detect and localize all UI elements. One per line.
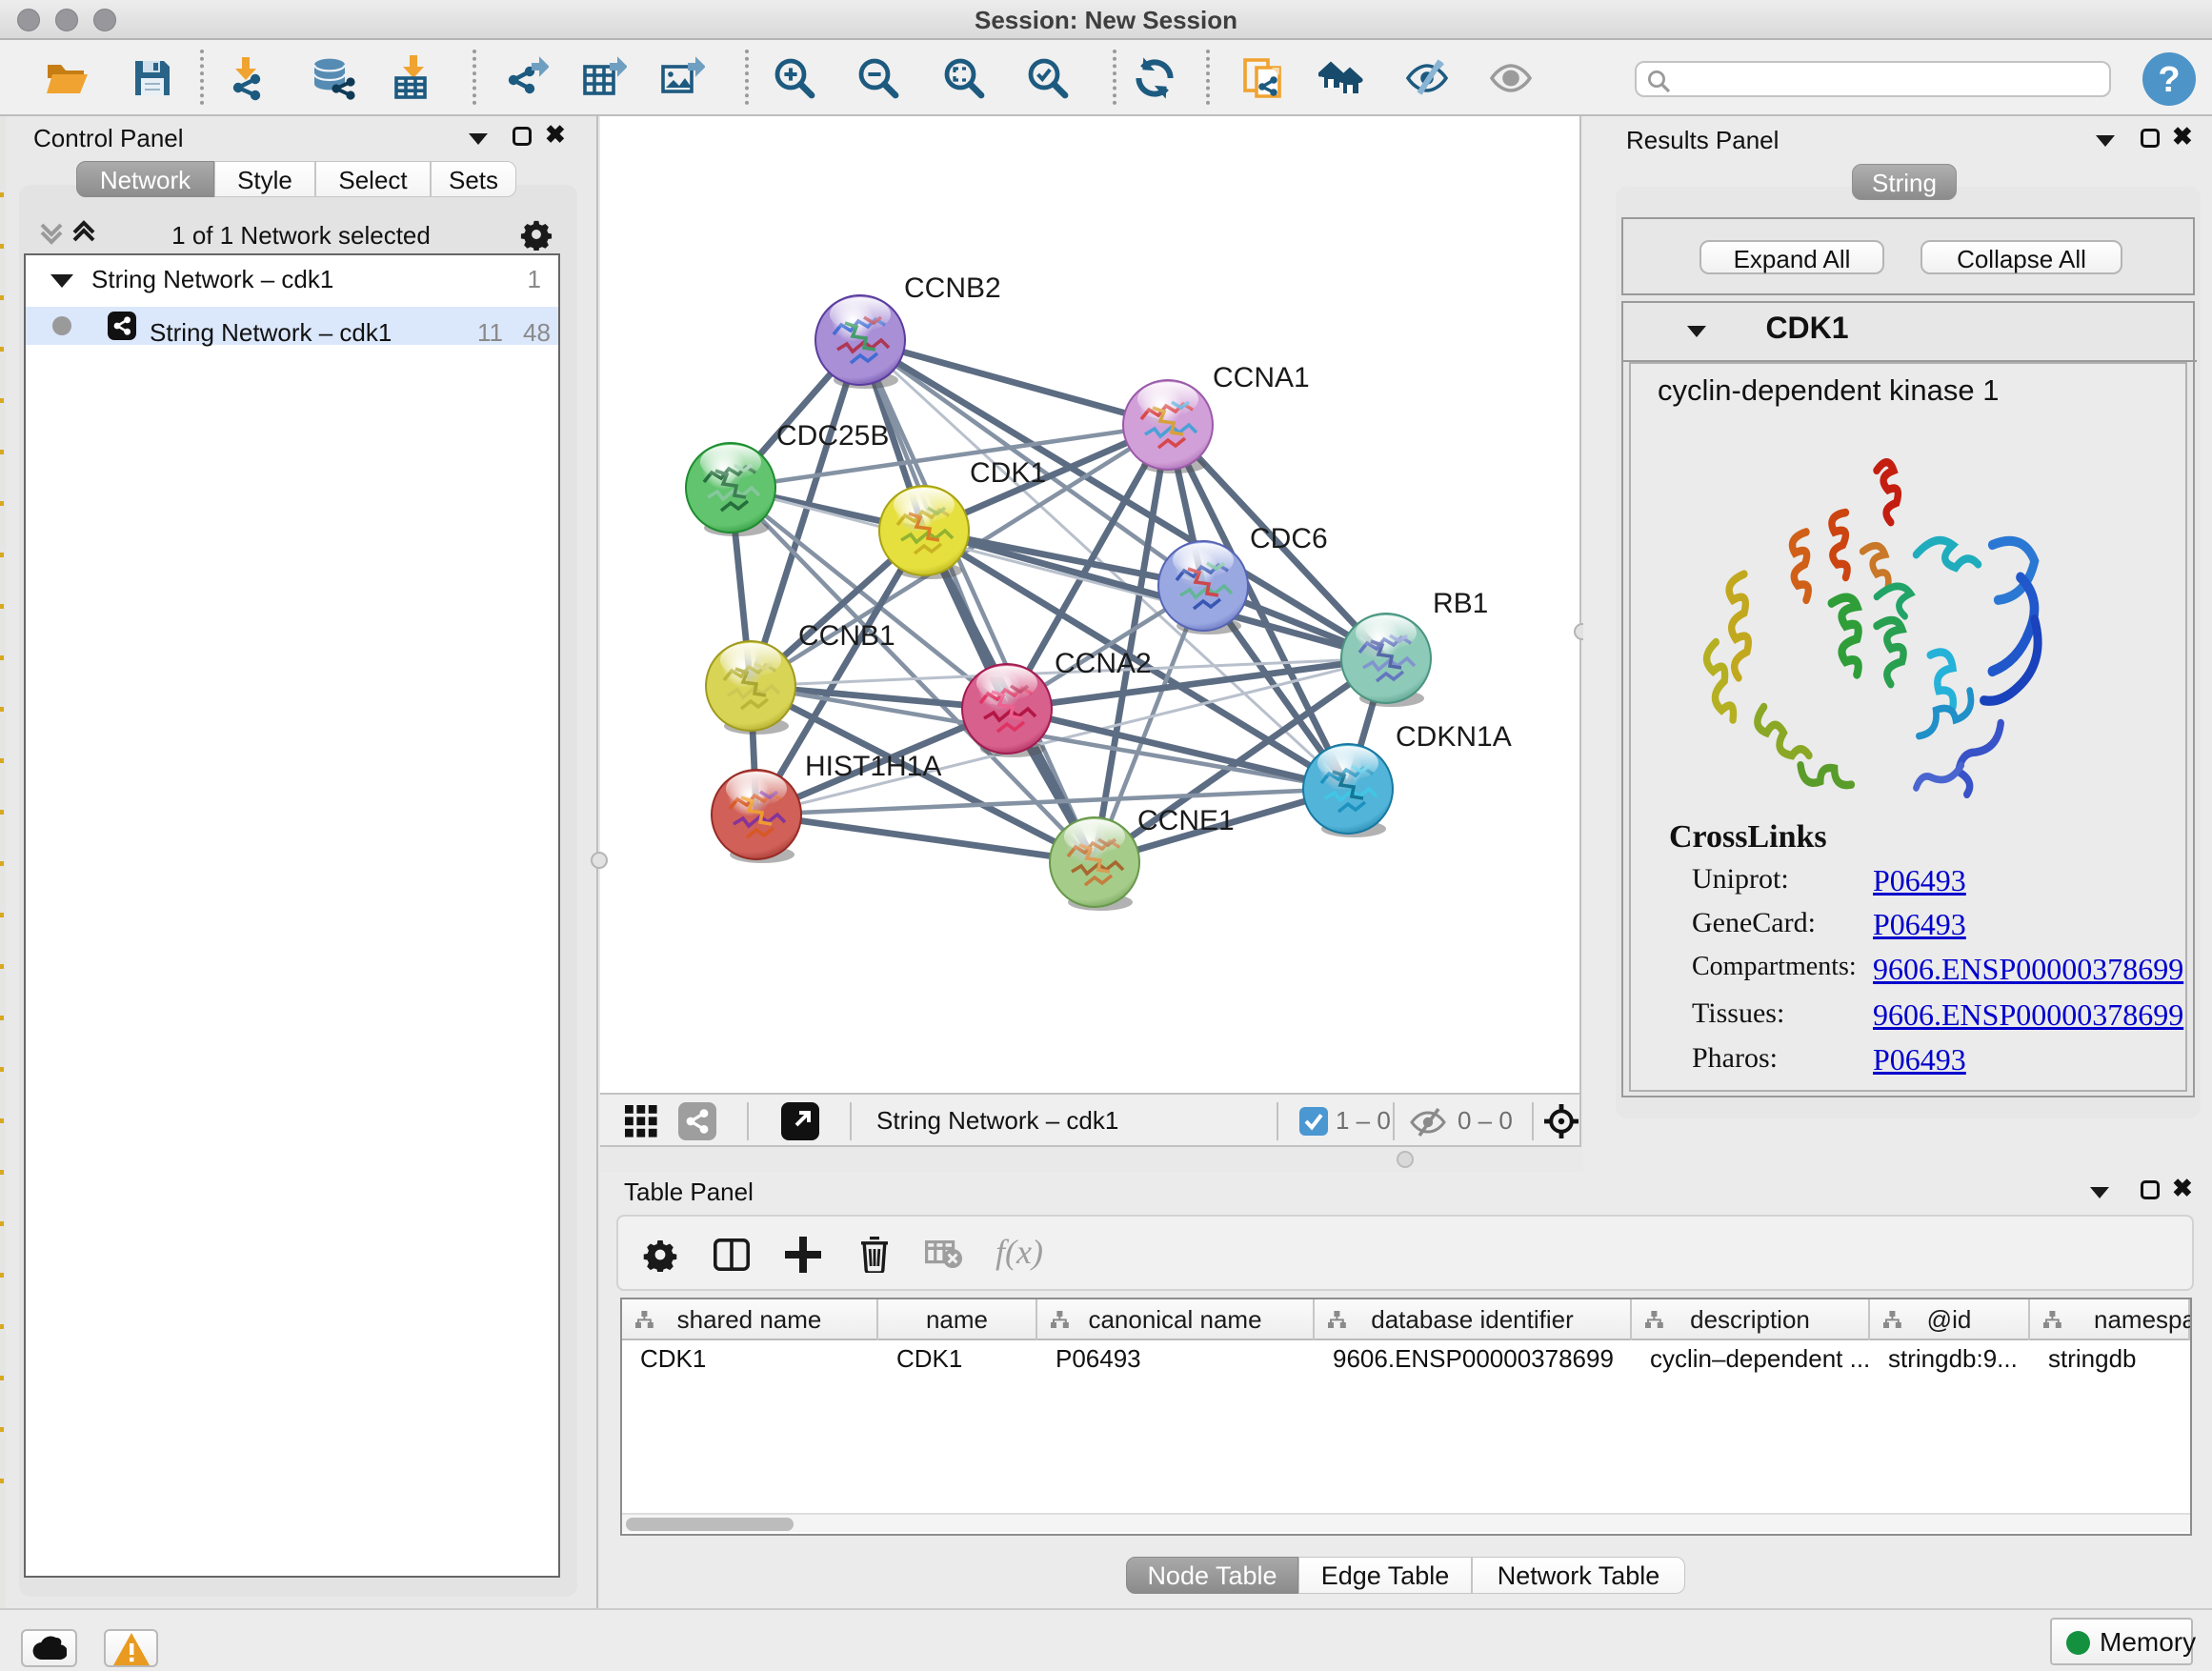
svg-text:CDC25B: CDC25B	[776, 420, 889, 452]
svg-text:CDKN1A: CDKN1A	[1396, 721, 1512, 753]
svg-text:CDC6: CDC6	[1250, 523, 1328, 554]
svg-text:CCNE1: CCNE1	[1137, 805, 1235, 836]
svg-text:?: ?	[2158, 60, 2180, 100]
svg-text:CCNA1: CCNA1	[1213, 362, 1310, 393]
svg-text:CCNA2: CCNA2	[1055, 648, 1152, 679]
svg-text:HIST1H1A: HIST1H1A	[805, 751, 941, 782]
svg-text:RB1: RB1	[1433, 588, 1488, 619]
svg-text:CDK1: CDK1	[970, 457, 1046, 489]
svg-text:CCNB2: CCNB2	[904, 272, 1001, 304]
svg-text:CCNB1: CCNB1	[798, 620, 895, 652]
